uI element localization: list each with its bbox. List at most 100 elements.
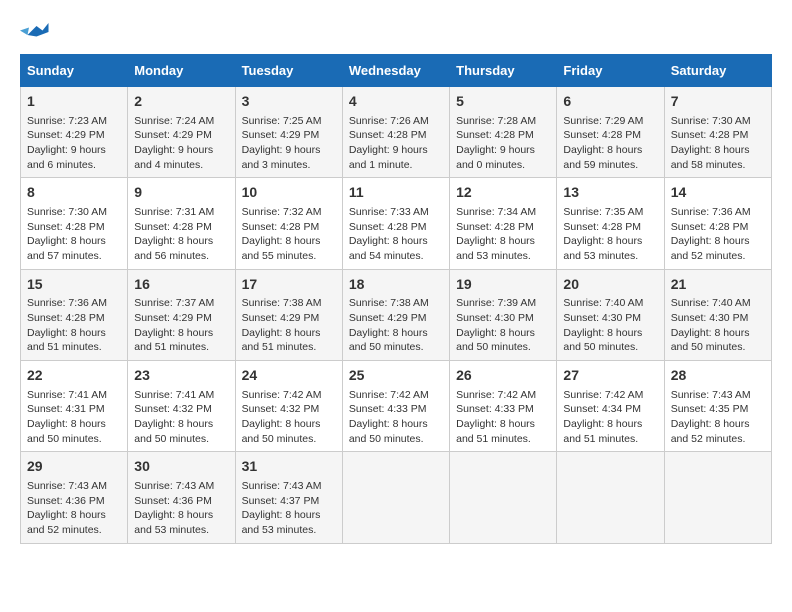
day-number: 27 (563, 366, 657, 386)
calendar-week-row: 8Sunrise: 7:30 AM Sunset: 4:28 PM Daylig… (21, 178, 772, 269)
day-detail: Sunrise: 7:43 AM Sunset: 4:36 PM Dayligh… (27, 479, 121, 538)
calendar-week-row: 29Sunrise: 7:43 AM Sunset: 4:36 PM Dayli… (21, 452, 772, 543)
calendar-cell: 1Sunrise: 7:23 AM Sunset: 4:29 PM Daylig… (21, 87, 128, 178)
day-detail: Sunrise: 7:38 AM Sunset: 4:29 PM Dayligh… (349, 296, 443, 355)
day-number: 25 (349, 366, 443, 386)
calendar-cell: 31Sunrise: 7:43 AM Sunset: 4:37 PM Dayli… (235, 452, 342, 543)
calendar-cell (664, 452, 771, 543)
day-detail: Sunrise: 7:24 AM Sunset: 4:29 PM Dayligh… (134, 114, 228, 173)
calendar-cell: 24Sunrise: 7:42 AM Sunset: 4:32 PM Dayli… (235, 361, 342, 452)
calendar-cell: 10Sunrise: 7:32 AM Sunset: 4:28 PM Dayli… (235, 178, 342, 269)
day-detail: Sunrise: 7:33 AM Sunset: 4:28 PM Dayligh… (349, 205, 443, 264)
calendar-week-row: 15Sunrise: 7:36 AM Sunset: 4:28 PM Dayli… (21, 269, 772, 360)
calendar-cell: 11Sunrise: 7:33 AM Sunset: 4:28 PM Dayli… (342, 178, 449, 269)
calendar-cell: 25Sunrise: 7:42 AM Sunset: 4:33 PM Dayli… (342, 361, 449, 452)
calendar-cell: 17Sunrise: 7:38 AM Sunset: 4:29 PM Dayli… (235, 269, 342, 360)
day-number: 21 (671, 275, 765, 295)
calendar-cell: 12Sunrise: 7:34 AM Sunset: 4:28 PM Dayli… (450, 178, 557, 269)
day-number: 31 (242, 457, 336, 477)
calendar-cell: 3Sunrise: 7:25 AM Sunset: 4:29 PM Daylig… (235, 87, 342, 178)
day-number: 9 (134, 183, 228, 203)
weekday-header: Saturday (664, 55, 771, 87)
weekday-header: Friday (557, 55, 664, 87)
calendar-cell: 28Sunrise: 7:43 AM Sunset: 4:35 PM Dayli… (664, 361, 771, 452)
day-number: 5 (456, 92, 550, 112)
weekday-header: Monday (128, 55, 235, 87)
day-number: 10 (242, 183, 336, 203)
day-number: 30 (134, 457, 228, 477)
day-number: 26 (456, 366, 550, 386)
calendar-week-row: 22Sunrise: 7:41 AM Sunset: 4:31 PM Dayli… (21, 361, 772, 452)
day-number: 23 (134, 366, 228, 386)
day-number: 18 (349, 275, 443, 295)
day-number: 13 (563, 183, 657, 203)
calendar-cell: 14Sunrise: 7:36 AM Sunset: 4:28 PM Dayli… (664, 178, 771, 269)
day-detail: Sunrise: 7:36 AM Sunset: 4:28 PM Dayligh… (27, 296, 121, 355)
calendar-cell (342, 452, 449, 543)
calendar-cell: 30Sunrise: 7:43 AM Sunset: 4:36 PM Dayli… (128, 452, 235, 543)
calendar-cell: 21Sunrise: 7:40 AM Sunset: 4:30 PM Dayli… (664, 269, 771, 360)
day-number: 28 (671, 366, 765, 386)
day-number: 16 (134, 275, 228, 295)
day-number: 24 (242, 366, 336, 386)
weekday-header: Thursday (450, 55, 557, 87)
day-number: 12 (456, 183, 550, 203)
calendar-cell: 19Sunrise: 7:39 AM Sunset: 4:30 PM Dayli… (450, 269, 557, 360)
day-detail: Sunrise: 7:26 AM Sunset: 4:28 PM Dayligh… (349, 114, 443, 173)
calendar-cell: 9Sunrise: 7:31 AM Sunset: 4:28 PM Daylig… (128, 178, 235, 269)
day-number: 2 (134, 92, 228, 112)
day-detail: Sunrise: 7:41 AM Sunset: 4:32 PM Dayligh… (134, 388, 228, 447)
calendar-cell (557, 452, 664, 543)
day-detail: Sunrise: 7:41 AM Sunset: 4:31 PM Dayligh… (27, 388, 121, 447)
day-number: 11 (349, 183, 443, 203)
calendar-week-row: 1Sunrise: 7:23 AM Sunset: 4:29 PM Daylig… (21, 87, 772, 178)
logo (20, 20, 54, 44)
calendar-cell: 2Sunrise: 7:24 AM Sunset: 4:29 PM Daylig… (128, 87, 235, 178)
calendar-cell: 18Sunrise: 7:38 AM Sunset: 4:29 PM Dayli… (342, 269, 449, 360)
day-number: 6 (563, 92, 657, 112)
calendar-cell: 22Sunrise: 7:41 AM Sunset: 4:31 PM Dayli… (21, 361, 128, 452)
day-number: 1 (27, 92, 121, 112)
weekday-header: Tuesday (235, 55, 342, 87)
calendar-cell: 4Sunrise: 7:26 AM Sunset: 4:28 PM Daylig… (342, 87, 449, 178)
calendar-cell: 20Sunrise: 7:40 AM Sunset: 4:30 PM Dayli… (557, 269, 664, 360)
day-number: 19 (456, 275, 550, 295)
day-detail: Sunrise: 7:40 AM Sunset: 4:30 PM Dayligh… (563, 296, 657, 355)
calendar-cell: 29Sunrise: 7:43 AM Sunset: 4:36 PM Dayli… (21, 452, 128, 543)
day-detail: Sunrise: 7:43 AM Sunset: 4:35 PM Dayligh… (671, 388, 765, 447)
calendar-cell: 15Sunrise: 7:36 AM Sunset: 4:28 PM Dayli… (21, 269, 128, 360)
day-detail: Sunrise: 7:39 AM Sunset: 4:30 PM Dayligh… (456, 296, 550, 355)
calendar-cell: 26Sunrise: 7:42 AM Sunset: 4:33 PM Dayli… (450, 361, 557, 452)
day-detail: Sunrise: 7:23 AM Sunset: 4:29 PM Dayligh… (27, 114, 121, 173)
day-number: 4 (349, 92, 443, 112)
day-number: 17 (242, 275, 336, 295)
calendar-cell (450, 452, 557, 543)
calendar-table: SundayMondayTuesdayWednesdayThursdayFrid… (20, 54, 772, 544)
calendar-cell: 6Sunrise: 7:29 AM Sunset: 4:28 PM Daylig… (557, 87, 664, 178)
calendar-cell: 8Sunrise: 7:30 AM Sunset: 4:28 PM Daylig… (21, 178, 128, 269)
day-number: 14 (671, 183, 765, 203)
day-detail: Sunrise: 7:38 AM Sunset: 4:29 PM Dayligh… (242, 296, 336, 355)
day-detail: Sunrise: 7:30 AM Sunset: 4:28 PM Dayligh… (27, 205, 121, 264)
day-number: 7 (671, 92, 765, 112)
day-number: 15 (27, 275, 121, 295)
day-number: 3 (242, 92, 336, 112)
calendar-cell: 27Sunrise: 7:42 AM Sunset: 4:34 PM Dayli… (557, 361, 664, 452)
day-detail: Sunrise: 7:25 AM Sunset: 4:29 PM Dayligh… (242, 114, 336, 173)
day-detail: Sunrise: 7:31 AM Sunset: 4:28 PM Dayligh… (134, 205, 228, 264)
day-detail: Sunrise: 7:29 AM Sunset: 4:28 PM Dayligh… (563, 114, 657, 173)
day-detail: Sunrise: 7:28 AM Sunset: 4:28 PM Dayligh… (456, 114, 550, 173)
calendar-cell: 23Sunrise: 7:41 AM Sunset: 4:32 PM Dayli… (128, 361, 235, 452)
calendar-cell: 7Sunrise: 7:30 AM Sunset: 4:28 PM Daylig… (664, 87, 771, 178)
day-detail: Sunrise: 7:42 AM Sunset: 4:34 PM Dayligh… (563, 388, 657, 447)
day-detail: Sunrise: 7:42 AM Sunset: 4:33 PM Dayligh… (349, 388, 443, 447)
day-detail: Sunrise: 7:43 AM Sunset: 4:36 PM Dayligh… (134, 479, 228, 538)
calendar-cell: 5Sunrise: 7:28 AM Sunset: 4:28 PM Daylig… (450, 87, 557, 178)
day-detail: Sunrise: 7:30 AM Sunset: 4:28 PM Dayligh… (671, 114, 765, 173)
day-number: 22 (27, 366, 121, 386)
day-detail: Sunrise: 7:37 AM Sunset: 4:29 PM Dayligh… (134, 296, 228, 355)
logo-icon (20, 20, 50, 44)
day-number: 8 (27, 183, 121, 203)
calendar-header-row: SundayMondayTuesdayWednesdayThursdayFrid… (21, 55, 772, 87)
day-number: 29 (27, 457, 121, 477)
